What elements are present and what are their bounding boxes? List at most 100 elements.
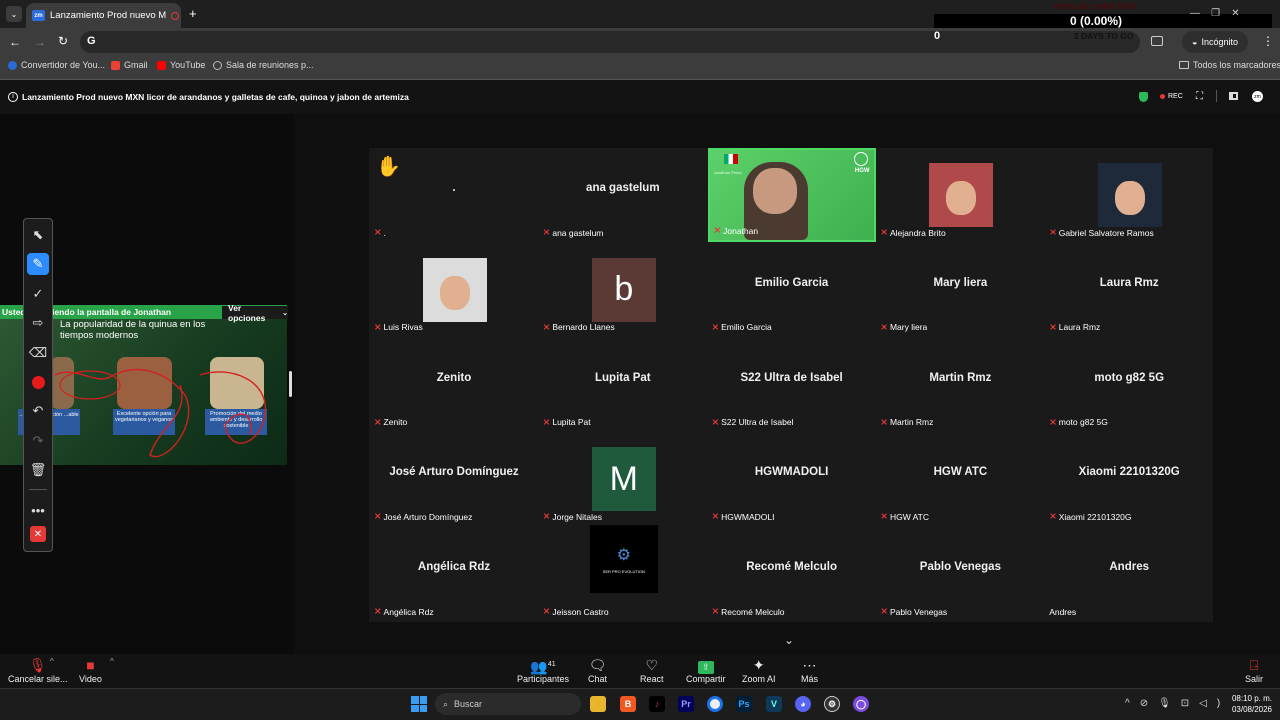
select-tool-icon[interactable]: ⬉ (27, 224, 49, 246)
vegas-icon[interactable]: V (766, 696, 782, 712)
participant-tile[interactable]: Jonathan Perez HGW ⨯ Jonathan (707, 148, 876, 242)
incognito-badge[interactable]: ◒ Incógnito (1182, 31, 1248, 53)
participants-button[interactable]: 👥41 Participantes (517, 656, 569, 684)
bookmark-gmail[interactable]: Gmail (111, 60, 148, 70)
more-tools-icon[interactable]: ••• (27, 499, 49, 521)
eraser-icon[interactable]: ⌫ (27, 342, 49, 364)
participant-tile[interactable]: Mary liera ⨯ Mary liera (876, 243, 1044, 337)
participant-tile[interactable]: ⚙ SER PRO EVOLUTION ⨯ Jeisson Castro (539, 525, 707, 621)
discord-icon[interactable]: ◕ (795, 696, 811, 712)
participant-tile[interactable]: b ⨯ Bernardo Llanes (539, 243, 707, 337)
participant-tile[interactable]: Zenito ⨯ Zenito (370, 338, 538, 432)
tab-search-button[interactable]: ⌄ (6, 6, 22, 22)
address-bar[interactable]: G (80, 31, 1140, 53)
participant-name-label: ⨯ Alejandra Brito (880, 227, 945, 238)
participant-tile[interactable]: ✋. ⨯. (370, 148, 538, 242)
chrome-icon[interactable] (707, 696, 723, 712)
mute-button[interactable]: 🎙 Cancelar sile... (8, 656, 68, 684)
participant-tile[interactable]: S22 Ultra de Isabel ⨯ S22 Ultra de Isabel (708, 338, 876, 432)
participant-tile[interactable]: José Arturo Domínguez ⨯ José Arturo Domíng… (370, 432, 538, 526)
participant-tile[interactable]: Pablo Venegas ⨯ Pablo Venegas (876, 527, 1044, 621)
clock-time[interactable]: 08:10 p. m. (1226, 694, 1272, 703)
tray-icons[interactable]: ^⊘🎙⊡◁) (1125, 698, 1230, 709)
participants-count: 41 (547, 661, 556, 668)
participant-name-label: ⨯ Gabriel Salvatore Ramos (1049, 227, 1154, 238)
meeting-info-icon[interactable]: i (8, 92, 18, 102)
video-button[interactable]: ■ Video (79, 656, 102, 684)
participant-name-label: ⨯ Jeisson Castro (543, 606, 609, 617)
video-options-chevron-icon[interactable]: ^ (110, 657, 114, 666)
raised-hand-icon: ✋ (376, 156, 401, 178)
participant-tile[interactable]: M ⨯ Jorge Nitales (539, 432, 707, 526)
file-explorer-icon[interactable] (590, 696, 606, 712)
participant-tile[interactable]: moto g82 5G ⨯ moto g82 5G (1045, 338, 1213, 432)
participant-label-text: Martin Rmz (889, 417, 934, 428)
participant-tile[interactable]: HGWMADOLI ⨯ HGWMADOLI (708, 432, 876, 526)
color-picker-icon[interactable] (27, 371, 49, 393)
arrow-tool-icon[interactable]: ⇨ (27, 312, 49, 334)
participant-tile[interactable]: Martin Rmz ⨯ Martin Rmz (876, 338, 1044, 432)
undo-icon[interactable]: ↶ (27, 400, 49, 422)
participant-tile[interactable]: ana gastelum ⨯ ana gastelum (539, 148, 707, 242)
share-screen-button[interactable]: ⇧ Compartir (686, 656, 726, 684)
browser-menu-icon[interactable]: ⋮ (1262, 34, 1274, 48)
react-button[interactable]: ♡ React (640, 656, 664, 684)
audio-options-chevron-icon[interactable]: ^ (50, 657, 54, 666)
premiere-icon[interactable]: Pr (678, 696, 694, 712)
mic-muted-icon: ⨯ (880, 321, 888, 332)
window-controls[interactable]: ― ❐ ✕ (1190, 8, 1240, 19)
forward-icon[interactable]: → (34, 35, 46, 49)
participant-tile[interactable]: ⨯ Alejandra Brito (876, 148, 1044, 242)
close-annotation-icon[interactable]: ✕ (30, 526, 46, 542)
participant-tile[interactable]: Xiaomi 22101320G ⨯ Xiaomi 22101320G (1045, 432, 1213, 526)
participant-name-label: ⨯ HGW ATC (880, 511, 929, 522)
app-icon[interactable]: ◯ (853, 696, 869, 712)
taskbar-search-box[interactable]: ⌕ Buscar (435, 693, 581, 715)
mic-muted-icon: ⨯ (1049, 321, 1057, 332)
goal-value: 0 (0.00%) (1070, 14, 1123, 28)
participant-tile[interactable]: ⨯ Luis Rivas (370, 243, 538, 337)
participant-tile[interactable]: ⨯ Gabriel Salvatore Ramos (1045, 148, 1213, 242)
recording-badge[interactable]: REC (1160, 93, 1183, 100)
more-button[interactable]: ⋯ Más (801, 656, 818, 684)
pen-tool-icon[interactable]: ✎ (27, 253, 49, 275)
mic-muted-icon: ⨯ (713, 225, 722, 235)
shield-icon[interactable] (1139, 92, 1148, 102)
steam-icon[interactable]: ⚙ (824, 696, 840, 712)
windows-start-icon[interactable] (411, 696, 427, 712)
participant-tile[interactable]: HGW ATC ⨯ HGW ATC (876, 432, 1044, 526)
tiktok-icon[interactable]: ♪ (649, 696, 665, 712)
bookmark-meeting-room[interactable]: Sala de reuniones p... (213, 60, 314, 70)
reload-icon[interactable]: ↻ (58, 34, 68, 48)
bookmark-converter[interactable]: Convertidor de You... (8, 60, 105, 70)
browser-tab[interactable]: zm Lanzamiento Prod nuevo M ✕ (26, 3, 181, 28)
profile-photo (929, 163, 994, 227)
fullscreen-icon[interactable]: ⛶ (1196, 91, 1203, 102)
redo-icon[interactable]: ↷ (27, 430, 49, 452)
view-icon[interactable] (1229, 92, 1238, 100)
participant-tile[interactable]: Recomé Melculo ⨯ Recomé Melculo (708, 527, 876, 621)
leave-button[interactable]: ⍈ Salir (1245, 656, 1263, 684)
chat-button[interactable]: 🗨 Chat (588, 656, 607, 684)
trash-icon[interactable]: 🗑 (27, 459, 49, 481)
back-icon[interactable]: ← (9, 35, 21, 49)
all-bookmarks[interactable]: Todos los marcadores (1179, 60, 1280, 70)
participant-tile[interactable]: Angélica Rdz ⨯ Angélica Rdz (370, 527, 538, 621)
converter-icon (8, 60, 17, 70)
bookmark-youtube[interactable]: YouTube (157, 60, 205, 70)
participant-tile[interactable]: Andres Andres (1045, 527, 1213, 621)
stamp-check-icon[interactable]: ✓ (27, 283, 49, 305)
sidebar-icon[interactable] (1151, 36, 1163, 46)
zoom-ai-button[interactable]: ✦ Zoom AI (742, 656, 776, 684)
brave-icon[interactable]: B (620, 696, 636, 712)
participant-tile[interactable]: Lupita Pat ⨯ Lupita Pat (539, 338, 707, 432)
participant-tile[interactable]: Emilio Garcia ⨯ Emilio Garcia (708, 243, 876, 337)
photoshop-icon[interactable]: Ps (736, 696, 752, 712)
participant-tile[interactable]: Laura Rmz ⨯ Laura Rmz (1045, 243, 1213, 337)
view-options-button[interactable]: Ver opciones ⌄ (222, 303, 288, 323)
participant-label-text: Zenito (383, 417, 408, 428)
share-panel-resize-handle[interactable] (289, 371, 292, 397)
new-tab-button[interactable]: + (189, 6, 197, 21)
gallery-scroll-down-icon[interactable]: ⌄ (784, 633, 794, 647)
clock-date[interactable]: 03/08/2026 (1222, 705, 1272, 714)
